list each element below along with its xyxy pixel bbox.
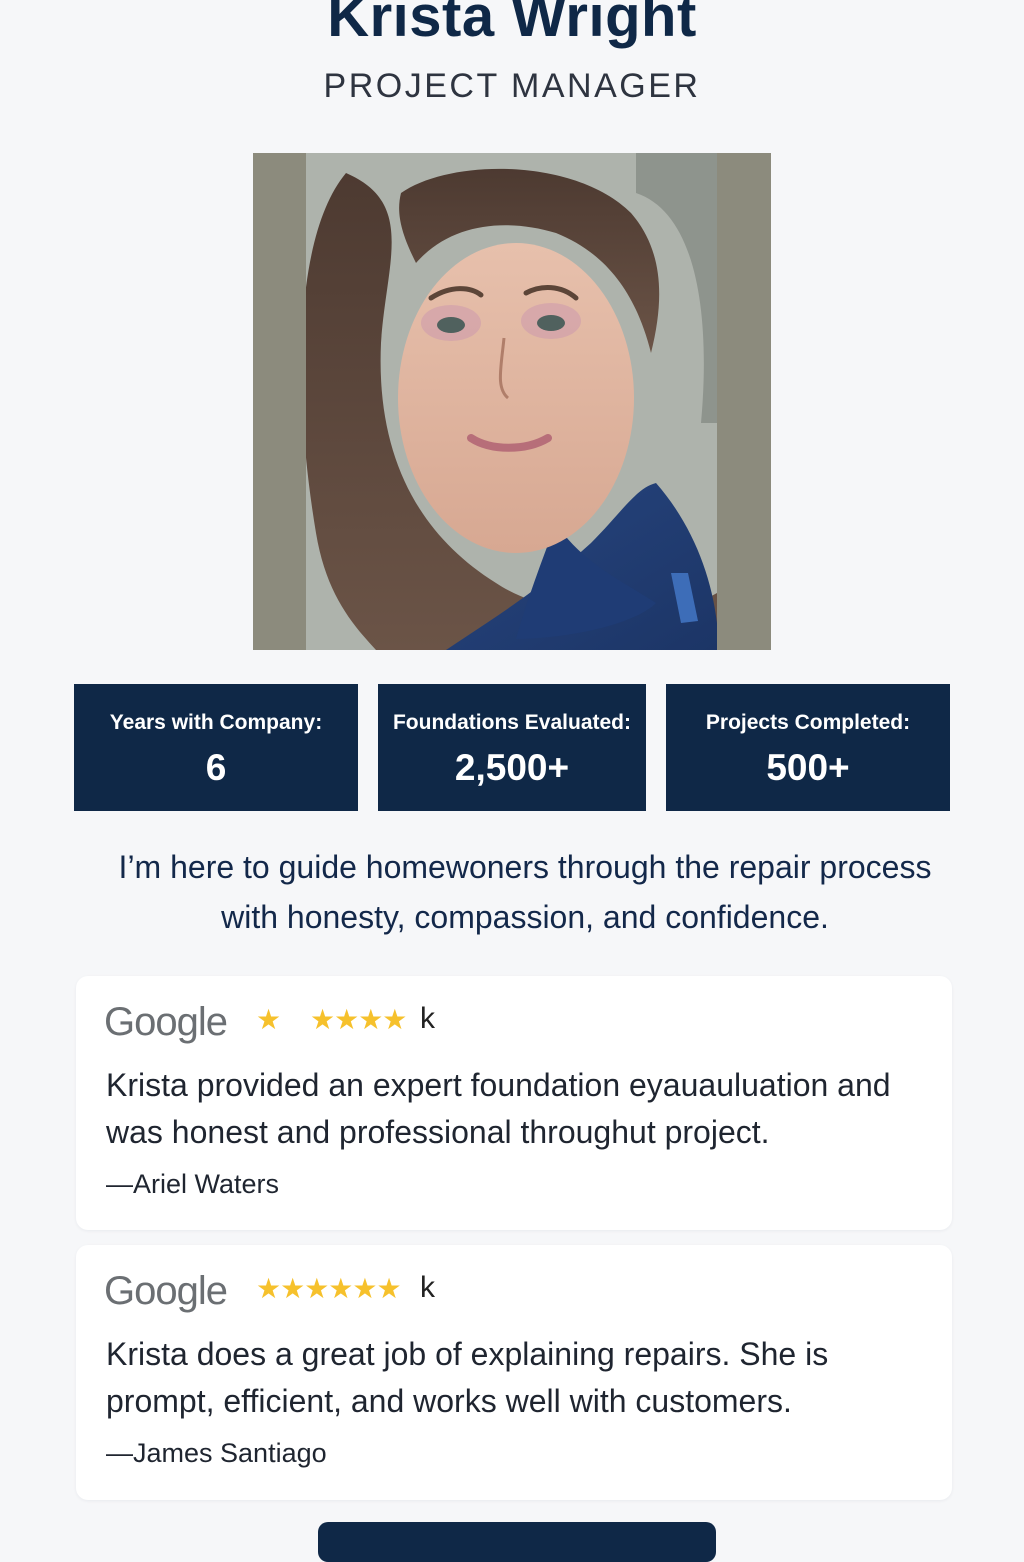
stat-value: 2,500+: [454, 747, 570, 788]
stat-value: 6: [205, 747, 227, 788]
stat-label: Projects Completed:: [705, 711, 911, 734]
rating-suffix: k: [420, 1002, 435, 1035]
google-logo: Google: [104, 1269, 228, 1313]
stat-label: Foundations Evaluated:: [392, 711, 631, 734]
star-rating: ★: [256, 1004, 281, 1035]
review-text: Krista provided an expert foundation eya…: [106, 1067, 891, 1150]
rating-suffix: k: [420, 1271, 435, 1304]
review-author: —Ariel Waters: [106, 1169, 280, 1199]
bottom-action-button[interactable]: [318, 1522, 716, 1562]
star-rating: ★★★★★★: [256, 1273, 402, 1304]
stat-projects-completed: Projects Completed: 500+: [666, 684, 950, 811]
profile-name: Krista Wright: [327, 0, 697, 49]
google-logo: Google: [104, 1000, 228, 1044]
review-author: —James Santiago: [106, 1438, 327, 1468]
stat-years-with-company: Years with Company: 6: [74, 684, 358, 811]
profile-photo: [253, 153, 771, 650]
profile-role: PROJECT MANAGER: [323, 67, 701, 105]
portrait-image: [306, 153, 717, 650]
stat-label: Years with Company:: [109, 711, 323, 734]
mission-statement: I’m here to guide homewoners through the…: [118, 849, 932, 935]
review-card: Google ★★★★★★ k Krista does a great job …: [76, 1245, 952, 1500]
stat-foundations-evaluated: Foundations Evaluated: 2,500+: [378, 684, 646, 811]
star-rating: ★★★★: [310, 1004, 407, 1035]
review-card: Google ★ ★★★★ k Krista provided an exper…: [76, 976, 952, 1230]
review-text: Krista does a great job of explaining re…: [106, 1336, 829, 1419]
stat-value: 500+: [766, 747, 850, 788]
